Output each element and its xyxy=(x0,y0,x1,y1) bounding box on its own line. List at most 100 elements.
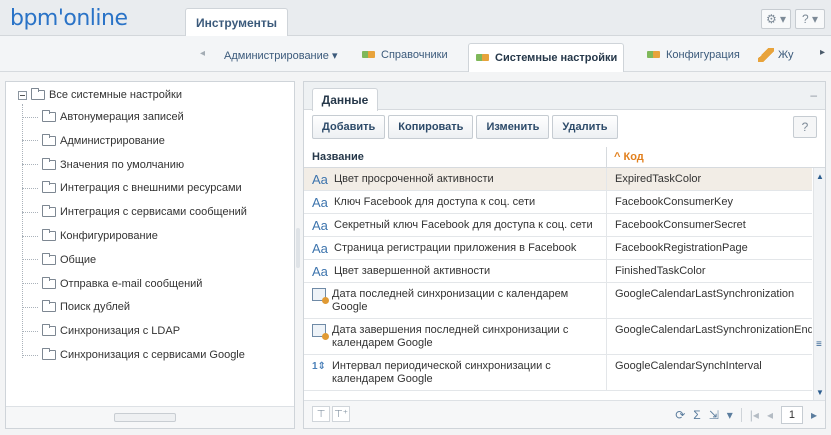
tree-item[interactable]: Конфигурирование xyxy=(22,228,158,244)
tab-journal[interactable]: Жу xyxy=(752,43,800,67)
table-row[interactable]: Дата последней синхронизации с календаре… xyxy=(304,283,812,319)
add-button[interactable]: Добавить xyxy=(312,115,386,139)
collapse-icon[interactable] xyxy=(18,90,27,100)
tree-item-label: Синхронизация с сервисами Google xyxy=(60,349,245,361)
folder-icon xyxy=(42,181,56,194)
setting-name: Ключ Facebook для доступа к соц. сети xyxy=(334,196,536,208)
integer-type-icon: 1⇕ xyxy=(312,361,326,372)
scroll-thumb[interactable]: ≡ xyxy=(816,339,824,351)
folder-icon xyxy=(42,229,56,241)
cell-code: FinishedTaskColor xyxy=(606,260,812,282)
tree-connector xyxy=(22,187,38,189)
tab-data[interactable]: Данные xyxy=(312,88,378,111)
folder-icon xyxy=(31,88,45,100)
tree-connector xyxy=(22,259,38,261)
table-row[interactable]: Aa Страница регистрации приложения в Face… xyxy=(304,237,812,260)
tree-item-label: Синхронизация с LDAP xyxy=(60,325,181,338)
panel-splitter[interactable] xyxy=(296,228,300,268)
top-bar: bpm'online Инструменты ⚙ ▾ ? ▾ xyxy=(0,0,831,36)
action-toolbar: Добавить Копировать Изменить Удалить xyxy=(312,115,618,139)
export-icon[interactable]: ⇲ xyxy=(709,408,719,422)
table-row[interactable]: Aa Секретный ключ Facebook для доступа к … xyxy=(304,214,812,237)
tab-tools[interactable]: Инструменты xyxy=(185,8,288,36)
left-panel-footer xyxy=(6,406,294,428)
tree-item[interactable]: Синхронизация с сервисами Google xyxy=(22,347,245,363)
table-row[interactable]: Дата завершения последней синхронизации … xyxy=(304,319,812,355)
copy-button[interactable]: Копировать xyxy=(388,115,474,139)
menu-dropdown-icon[interactable]: ▾ xyxy=(727,408,733,422)
column-header-name[interactable]: Название xyxy=(312,151,364,163)
filter-icon[interactable]: ⊤ xyxy=(312,406,330,422)
tree-item-label: Значения по умолчанию xyxy=(60,158,185,171)
scroll-down-icon[interactable]: ▼ xyxy=(816,388,824,397)
help-icon: ? ▾ xyxy=(801,12,819,26)
column-divider[interactable] xyxy=(606,147,607,168)
sum-icon[interactable]: Σ xyxy=(693,408,700,422)
tab-configuration[interactable]: Конфигурация xyxy=(640,43,746,67)
cell-name: Дата последней синхронизации с календаре… xyxy=(304,283,606,318)
scroll-right-icon[interactable]: ▸ xyxy=(820,47,825,58)
settings-button[interactable]: ⚙ ▾ xyxy=(761,9,791,29)
settings-tree-panel: Все системные настройки Автонумерация за… xyxy=(5,81,295,429)
cell-name: 1⇕ Интервал периодической синхронизации с… xyxy=(304,355,606,390)
refresh-icon[interactable]: ⟳ xyxy=(675,408,685,422)
folder-icon xyxy=(42,110,56,122)
scroll-left-icon[interactable]: ◂ xyxy=(200,48,205,59)
tree-item[interactable]: Синхронизация с LDAP xyxy=(22,323,180,339)
data-panel-tabs: Данные – xyxy=(304,82,825,111)
page-number[interactable]: 1 xyxy=(780,406,803,424)
advanced-filter-icon[interactable]: ⊤⁺ xyxy=(332,406,350,422)
vertical-scrollbar[interactable]: ▲ ≡ ▼ xyxy=(813,168,825,400)
table-row[interactable]: Aa Цвет просроченной активности ExpiredTas… xyxy=(304,168,812,191)
section-tabs: ◂ Администрирование ▾ Справочники Систем… xyxy=(0,36,831,72)
horizontal-scrollbar[interactable] xyxy=(114,413,176,422)
tab-administration[interactable]: Администрирование ▾ xyxy=(218,43,343,67)
column-header-code[interactable]: ^ Код xyxy=(614,151,644,163)
delete-button[interactable]: Удалить xyxy=(552,115,618,139)
tree-connector xyxy=(22,211,38,213)
gear-icon: ⚙ ▾ xyxy=(765,12,787,26)
cell-code: FacebookConsumerSecret xyxy=(606,214,812,236)
help-icon[interactable]: ? xyxy=(793,116,817,138)
tree-item-label: Интеграция с сервисами сообщений xyxy=(60,206,247,219)
cell-name: Aa Цвет просроченной активности xyxy=(304,168,606,190)
tree-item[interactable]: Интеграция с сервисами сообщений xyxy=(22,204,247,220)
first-page-icon[interactable]: |◂ xyxy=(750,408,759,422)
tree-item[interactable]: Администрирование xyxy=(22,133,165,149)
tree-connector xyxy=(22,283,38,285)
table-row[interactable]: Aa Ключ Facebook для доступа к соц. сети F… xyxy=(304,191,812,214)
tab-label: Конфигурация xyxy=(666,49,740,61)
tree-root[interactable]: Все системные настройки xyxy=(18,88,182,101)
text-type-icon: Aa xyxy=(312,172,328,187)
setting-name: Секретный ключ Facebook для доступа к со… xyxy=(334,219,593,231)
tab-lookups[interactable]: Справочники xyxy=(355,43,454,67)
tree-item-label: Автонумерация записей xyxy=(60,111,184,123)
next-page-icon[interactable]: ▸ xyxy=(811,408,817,422)
table-row[interactable]: Aa Цвет завершенной активности FinishedTas… xyxy=(304,260,812,283)
scroll-up-icon[interactable]: ▲ xyxy=(816,172,824,181)
tree-item[interactable]: Общие xyxy=(22,252,96,268)
minimize-icon[interactable]: – xyxy=(810,88,817,102)
folder-icon xyxy=(42,324,56,337)
cell-code: GoogleCalendarLastSynchronization xyxy=(606,283,812,318)
folder-icon xyxy=(42,157,56,170)
puzzle-icon xyxy=(475,51,491,65)
cell-code: FacebookConsumerKey xyxy=(606,191,812,213)
puzzle-icon xyxy=(361,48,377,62)
help-button[interactable]: ? ▾ xyxy=(795,9,825,29)
tree-item[interactable]: Отправка e-mail сообщений xyxy=(22,276,202,292)
setting-name: Цвет просроченной активности xyxy=(334,173,494,185)
tab-system-settings[interactable]: Системные настройки xyxy=(468,43,625,72)
tree-item[interactable]: Интеграция с внешними ресурсами xyxy=(22,180,242,196)
text-type-icon: Aa xyxy=(312,264,328,279)
cell-name: Aa Секретный ключ Facebook для доступа к … xyxy=(304,214,606,236)
tree-item[interactable]: Автонумерация записей xyxy=(22,109,184,125)
tree-item[interactable]: Поиск дублей xyxy=(22,299,130,315)
prev-page-icon[interactable]: ◂ xyxy=(767,408,773,422)
tree-item-label: Конфигурирование xyxy=(60,230,158,242)
table-row[interactable]: 1⇕ Интервал периодической синхронизации с… xyxy=(304,355,812,391)
tab-label: Справочники xyxy=(381,49,448,61)
tree-connector xyxy=(22,235,38,237)
tree-item[interactable]: Значения по умолчанию xyxy=(22,157,184,173)
edit-button[interactable]: Изменить xyxy=(476,115,550,139)
